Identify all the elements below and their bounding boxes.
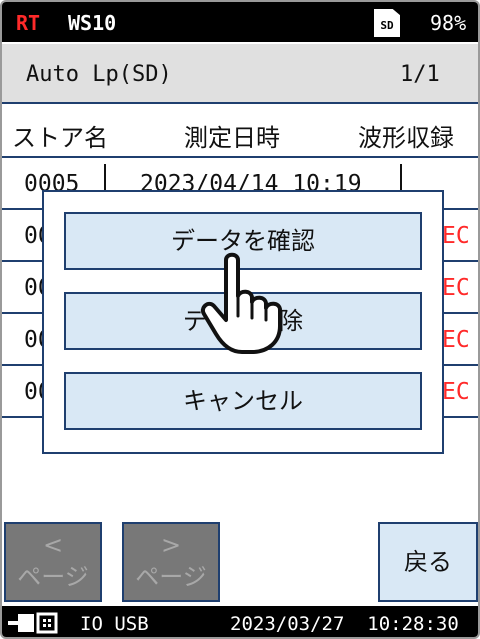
chevron-right-icon: > [160,531,182,559]
page-indicator: 1/1 [400,62,440,87]
row-recording: EC [442,223,470,249]
device-screen: RT WS10 SD 98% Auto Lp(SD) 1/1 ストア名 測定日時… [0,0,480,639]
row-recording: EC [442,379,470,405]
battery-level: 98% [430,11,467,35]
usb-plug-icon [8,612,58,634]
back-button[interactable]: 戻る [378,522,478,602]
prev-page-button[interactable]: < ページ [4,522,102,602]
row-recording: EC [442,275,470,301]
prev-page-label: ページ [17,563,89,591]
title-bar: Auto Lp(SD) 1/1 [2,44,478,104]
sd-card-icon: SD [374,9,400,37]
hand-pointer-icon [201,252,282,354]
table-header: ストア名 測定日時 波形収録 [2,106,478,158]
status-bar: RT WS10 SD 98% [2,2,478,42]
next-page-button[interactable]: > ページ [122,522,220,602]
next-page-label: ページ [135,563,207,591]
cancel-button[interactable]: キャンセル [64,372,422,430]
column-header-recording: 波形収録 [358,124,454,152]
page-title: Auto Lp(SD) [26,62,172,87]
row-recording: EC [442,327,470,353]
bottom-status-bar: IO USB 2023/03/27 10:28:30 [2,606,478,637]
mode-indicator: RT [16,11,41,35]
chevron-left-icon: < [42,531,64,559]
interface-indicator: IO USB [80,613,149,635]
column-header-datetime: 測定日時 [184,124,280,152]
column-divider [400,164,402,192]
clock-readout: 2023/03/27 10:28:30 [230,613,459,635]
station-indicator: WS10 [68,11,117,35]
column-divider [104,164,106,192]
column-header-store: ストア名 [12,124,108,152]
